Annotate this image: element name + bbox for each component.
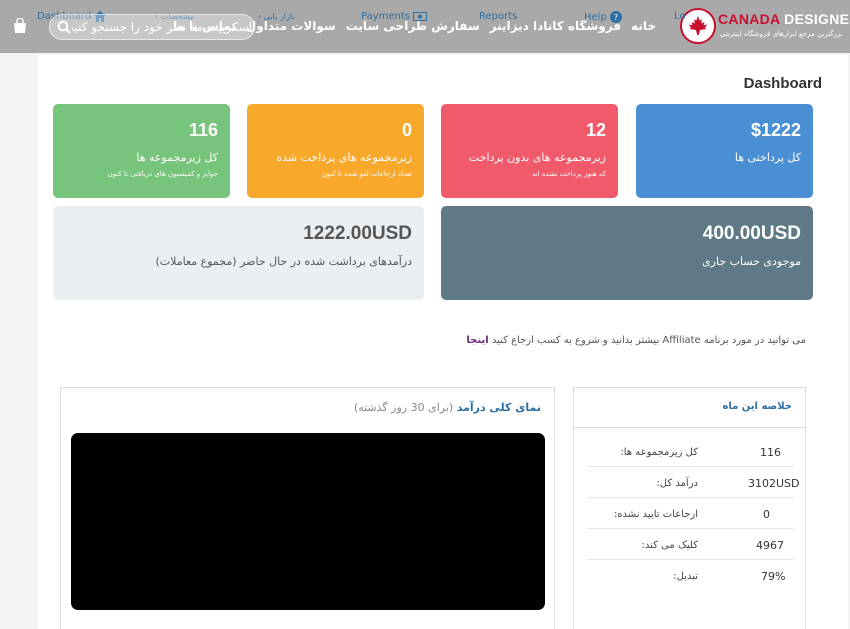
overlay-market[interactable]: ‹ بازار یابی bbox=[258, 12, 294, 21]
affiliate-learn-more-link[interactable]: اینجا bbox=[466, 335, 488, 346]
brand-tagline: بزرگترین مرجع ابزارهای فروشگاه اینترنتی bbox=[720, 30, 843, 38]
stat-card-unpaid-referrals[interactable]: 12 زیرمجموعه های بدون پرداخت که هنوز پرد… bbox=[441, 104, 618, 198]
nav-item-home[interactable]: خانه bbox=[631, 19, 656, 33]
dashboard-page: Dashboard 116 کل زیرمجموعه ها جوایز و کم… bbox=[38, 55, 848, 629]
overlay-help[interactable]: Help ? bbox=[584, 11, 622, 23]
brand-name: CANADA DESIGNER bbox=[718, 11, 850, 27]
search-box bbox=[49, 14, 255, 40]
overlay-payments[interactable]: Payments bbox=[361, 11, 427, 22]
overlay-reports[interactable]: Reports bbox=[479, 11, 517, 22]
money-icon bbox=[413, 12, 427, 21]
stat-card-paid-referrals[interactable]: 0 زیرمجموعه های پرداخت شده تعداد ارجاعات… bbox=[247, 104, 424, 198]
overlay-logout[interactable]: Lo bbox=[674, 11, 686, 22]
summary-title: خلاصه این ماه bbox=[722, 401, 792, 412]
monthly-summary-panel: خلاصه این ماه کل زیرمجموعه ها: 116 درآمد… bbox=[573, 387, 806, 629]
earnings-overview-panel: نمای کلی درآمد (برای 30 روز گذشته) bbox=[60, 387, 555, 629]
cart-icon[interactable] bbox=[12, 18, 28, 34]
summary-row: درآمد کل: 3102USD bbox=[588, 467, 800, 498]
search-icon[interactable] bbox=[57, 20, 71, 34]
withdrawn-earnings-card: 1222.00USD درآمدهای برداشت شده در حال حا… bbox=[53, 206, 424, 300]
summary-row: تبدیل: 79% bbox=[673, 570, 786, 583]
current-balance-card: 400.00USD موجودی حساب جاری bbox=[441, 206, 813, 300]
help-icon: ? bbox=[609, 11, 622, 23]
summary-row: کلیک می کند: 4967 bbox=[588, 529, 794, 560]
svg-text:?: ? bbox=[614, 13, 618, 22]
earnings-chart-canvas bbox=[71, 433, 545, 610]
brand-logo[interactable]: CANADA DESIGNER بزرگترین مرجع ابزارهای ف… bbox=[680, 8, 850, 46]
summary-header: خلاصه این ماه bbox=[574, 388, 805, 428]
top-navigation-bar: CANADA DESIGNER بزرگترین مرجع ابزارهای ف… bbox=[0, 0, 850, 53]
summary-row: ارجاعات تایید نشده: 0 bbox=[588, 498, 794, 529]
page-title: Dashboard bbox=[743, 75, 822, 92]
nav-item-faq[interactable]: سوالات متداول bbox=[246, 19, 336, 33]
stat-card-total-payments[interactable]: $1222 کل پرداختی ها bbox=[636, 104, 813, 198]
earnings-chart-title: نمای کلی درآمد (برای 30 روز گذشته) bbox=[353, 401, 541, 414]
stat-card-total-referrals[interactable]: 116 کل زیرمجموعه ها جوایز و کمیسیون های … bbox=[53, 104, 230, 198]
summary-row: کل زیرمجموعه ها: 116 bbox=[588, 436, 794, 467]
search-input[interactable] bbox=[72, 18, 252, 36]
affiliate-info-text: می توانید در مورد برنامه Affiliate بیشتر… bbox=[466, 335, 806, 346]
